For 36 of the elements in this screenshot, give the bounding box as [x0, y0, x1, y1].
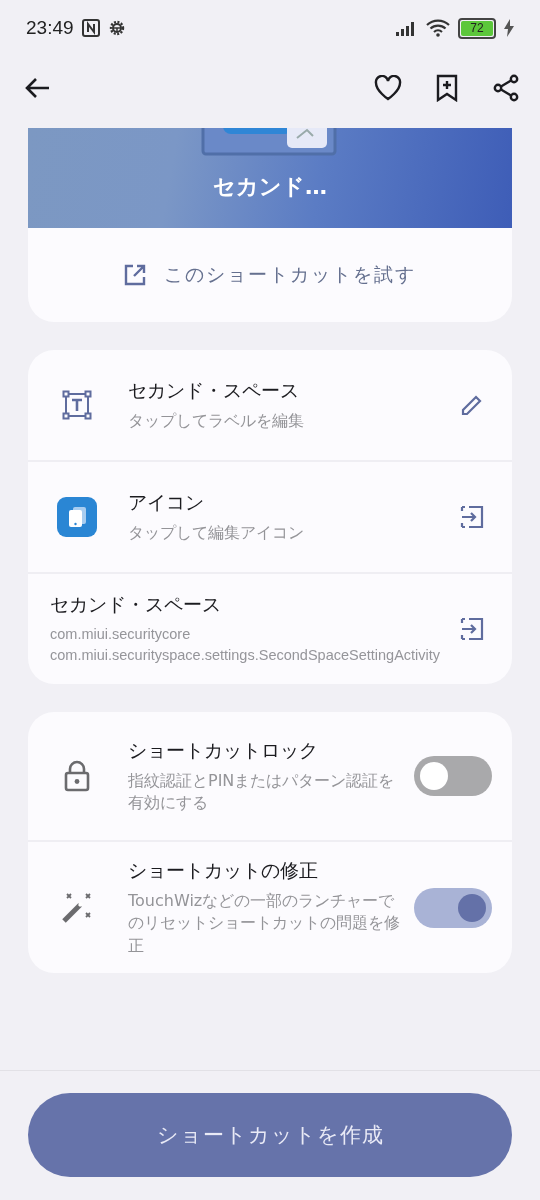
- banner-title: セカンド…: [213, 173, 327, 201]
- magic-wand-icon: [60, 890, 94, 925]
- setting-row[interactable]: アイコン タップして編集アイコン: [28, 460, 512, 572]
- back-icon[interactable]: [24, 77, 50, 99]
- text-box-icon: [62, 390, 92, 420]
- row-title: アイコン: [128, 489, 205, 515]
- share-icon[interactable]: [492, 74, 520, 102]
- battery-icon: 72: [458, 17, 496, 39]
- nfc-icon: [81, 19, 100, 37]
- toggle-switch[interactable]: [414, 756, 492, 796]
- row-subtitle: TouchWizなどの一部のランチャーでのリセットショートカットの問題を修正: [128, 890, 401, 957]
- pencil-icon[interactable]: [461, 394, 483, 416]
- row-title: セカンド・スペース: [50, 592, 222, 617]
- create-shortcut-button[interactable]: ショートカットを作成: [28, 1093, 512, 1177]
- gear-icon: [107, 19, 126, 37]
- lock-icon: [64, 760, 90, 792]
- setting-row[interactable]: セカンド・スペース タップしてラベルを編集: [28, 350, 512, 460]
- row-title: セカンド・スペース: [128, 377, 300, 403]
- status-time: 23:49: [26, 17, 74, 39]
- row-subtitle: 指紋認証とPINまたはパターン認証を有効にする: [128, 769, 396, 814]
- open-external-icon: [124, 264, 146, 286]
- bookmark-add-icon[interactable]: [436, 74, 458, 102]
- open-in-icon[interactable]: [460, 617, 484, 641]
- charging-icon: [504, 19, 514, 37]
- row-subtitle: タップして編集アイコン: [128, 521, 305, 544]
- open-in-icon[interactable]: [460, 505, 484, 529]
- package-name: com.miui.securitycore com.miui.securityspace.settings.SecondSpaceSettingActivity: [50, 625, 442, 665]
- row-title: ショートカットの修正: [128, 858, 319, 883]
- try-shortcut-button[interactable]: このショートカットを試す: [28, 228, 512, 322]
- toggle-switch[interactable]: [414, 887, 492, 928]
- wifi-icon: [426, 19, 450, 37]
- activity-row[interactable]: セカンド・スペース com.miui.securitycore com.miui.securityspace.settings.SecondSpaceSettingActivity: [28, 572, 512, 684]
- heart-icon[interactable]: [374, 75, 402, 101]
- row-subtitle: タップしてラベルを編集: [128, 409, 305, 432]
- row-title: ショートカットロック: [128, 737, 319, 763]
- app-icon: [57, 497, 97, 537]
